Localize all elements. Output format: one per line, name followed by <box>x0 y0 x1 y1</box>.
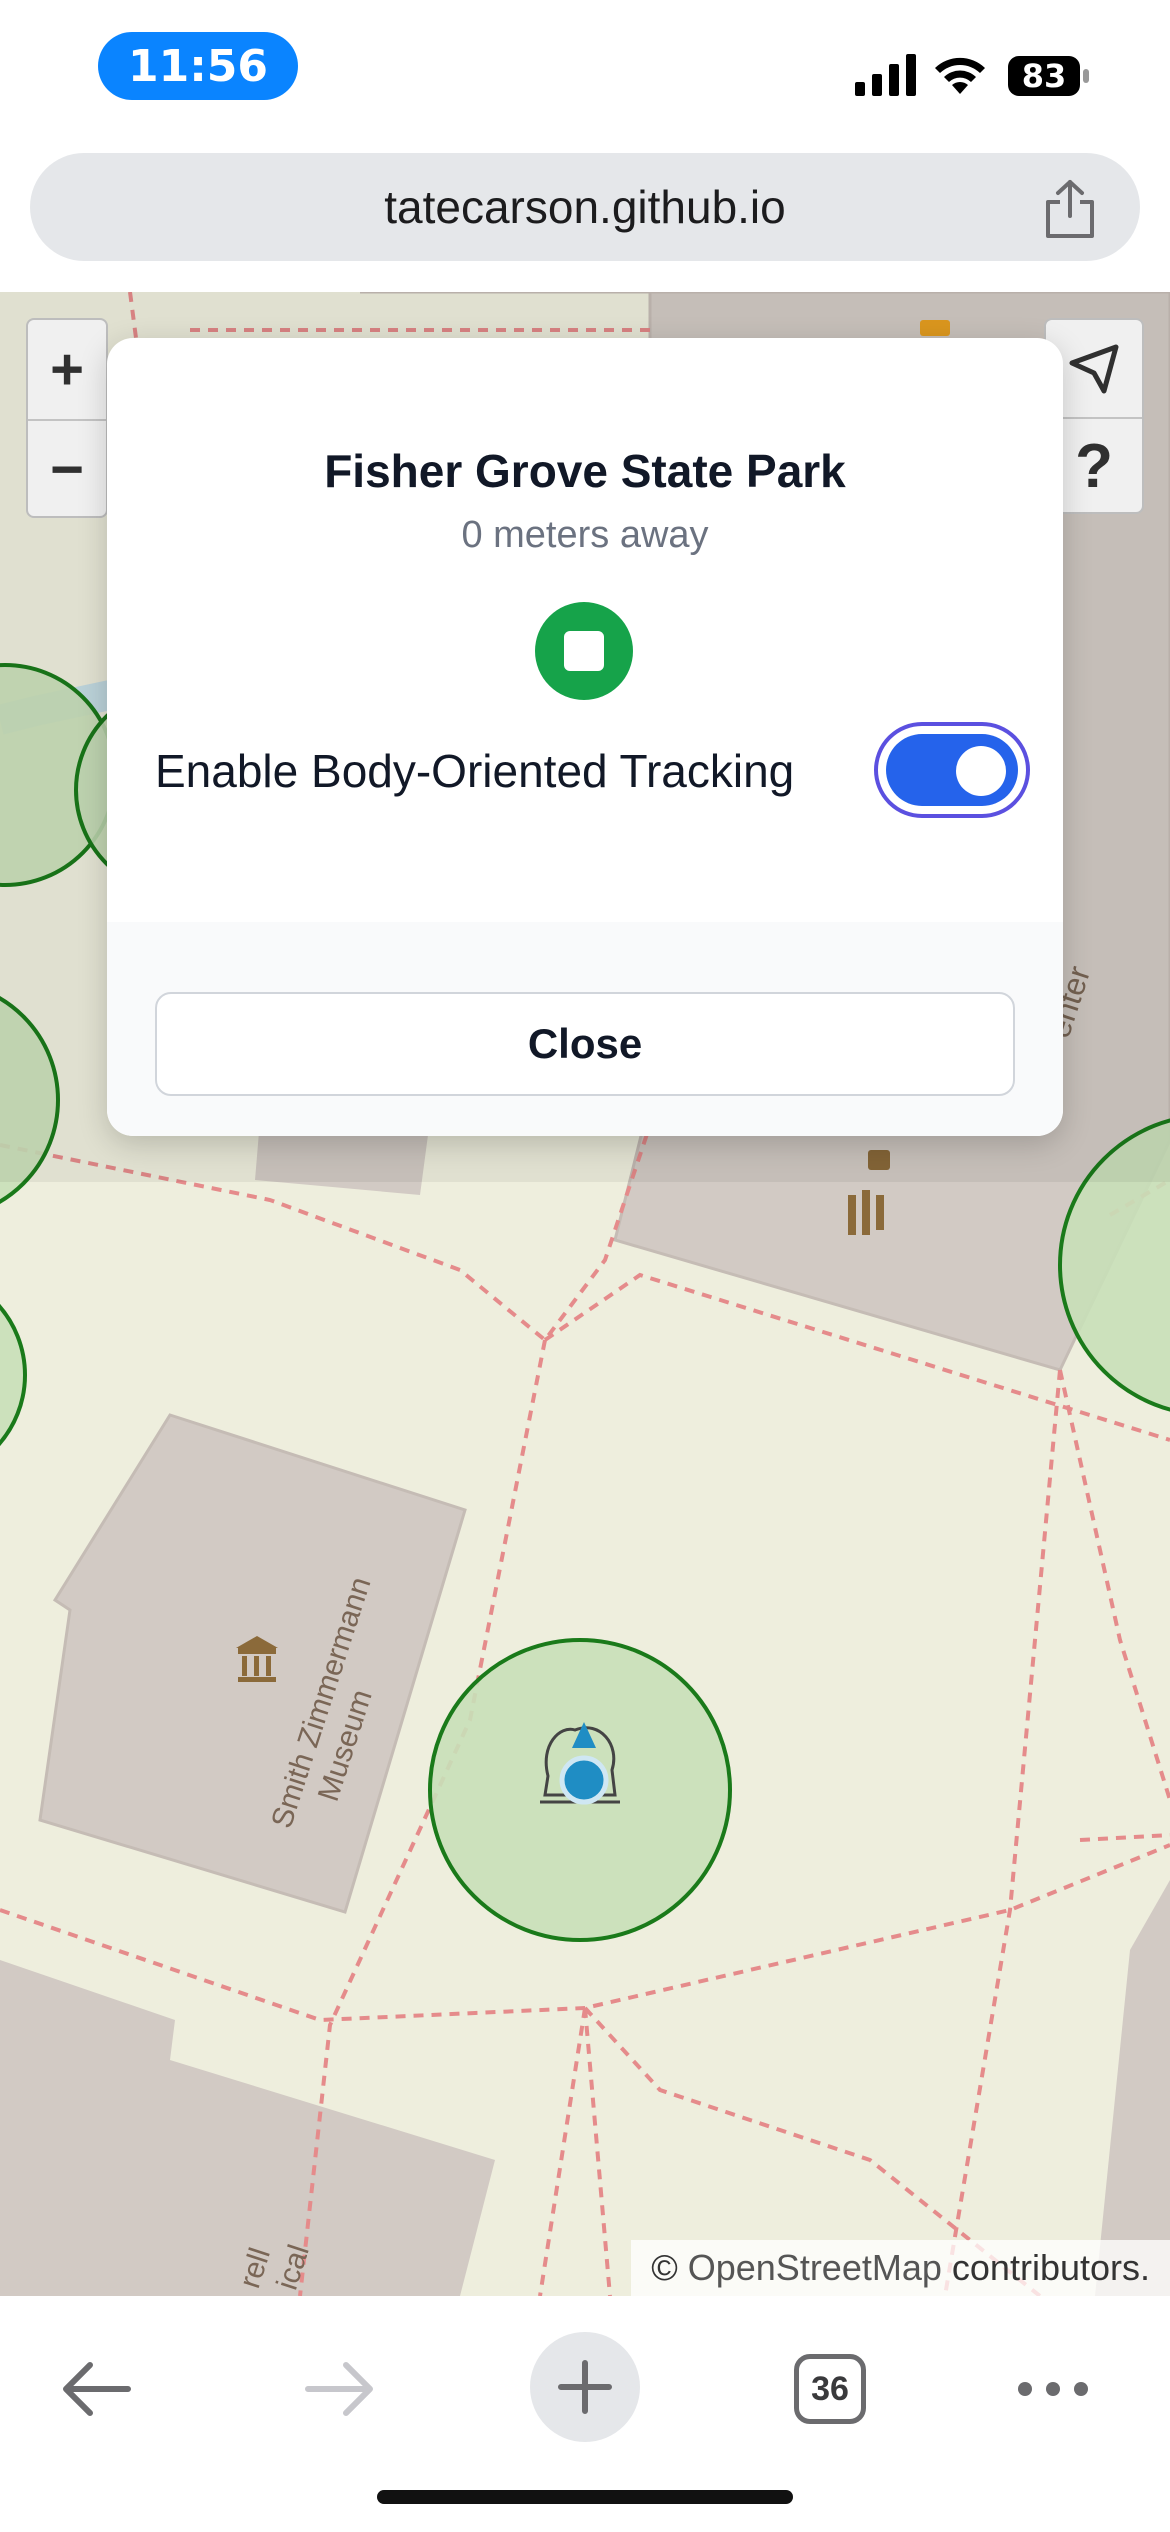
modal-footer: Close <box>107 922 1063 1136</box>
wifi-icon <box>935 57 985 94</box>
battery-level: 83 <box>1021 57 1067 95</box>
distance-text: 0 meters away <box>461 514 709 556</box>
map-attribution: © OpenStreetMap contributors. <box>631 2240 1170 2296</box>
cellular-signal-icon <box>855 54 916 96</box>
stop-button[interactable] <box>535 602 633 700</box>
map-building <box>38 1413 467 1914</box>
geofence-circle <box>0 1303 27 1447</box>
location-modal: Fisher Grove State Park 0 meters away En… <box>107 338 1063 1136</box>
back-arrow-icon[interactable] <box>56 2354 136 2424</box>
more-options-icon[interactable] <box>1016 2374 1090 2404</box>
plus-icon <box>558 2360 612 2414</box>
attribution-suffix: contributors. <box>951 2247 1150 2288</box>
modal-title: Fisher Grove State Park <box>324 445 846 497</box>
attribution-prefix: © <box>651 2247 678 2288</box>
toggle-knob <box>956 746 1006 796</box>
map-building <box>1095 1880 1170 2296</box>
close-button[interactable]: Close <box>155 992 1015 1096</box>
toggle-track <box>886 734 1018 806</box>
share-icon[interactable] <box>1040 178 1100 240</box>
status-bar: 11:56 83 <box>0 0 1170 140</box>
forward-arrow-icon[interactable] <box>300 2354 380 2424</box>
attribution-osm-link[interactable]: OpenStreetMap <box>688 2247 942 2289</box>
tab-count-button[interactable]: 36 <box>794 2354 866 2424</box>
status-time: 11:56 <box>98 32 298 100</box>
stop-icon <box>564 631 604 671</box>
url-domain: tatecarson.github.io <box>384 181 786 233</box>
address-bar[interactable]: tatecarson.github.io <box>30 153 1140 261</box>
body-tracking-toggle[interactable] <box>874 722 1030 818</box>
home-indicator[interactable] <box>377 2490 793 2504</box>
battery-icon: 83 <box>1008 56 1090 96</box>
new-tab-button[interactable] <box>530 2332 640 2442</box>
tracking-toggle-label: Enable Body-Oriented Tracking <box>155 745 795 797</box>
